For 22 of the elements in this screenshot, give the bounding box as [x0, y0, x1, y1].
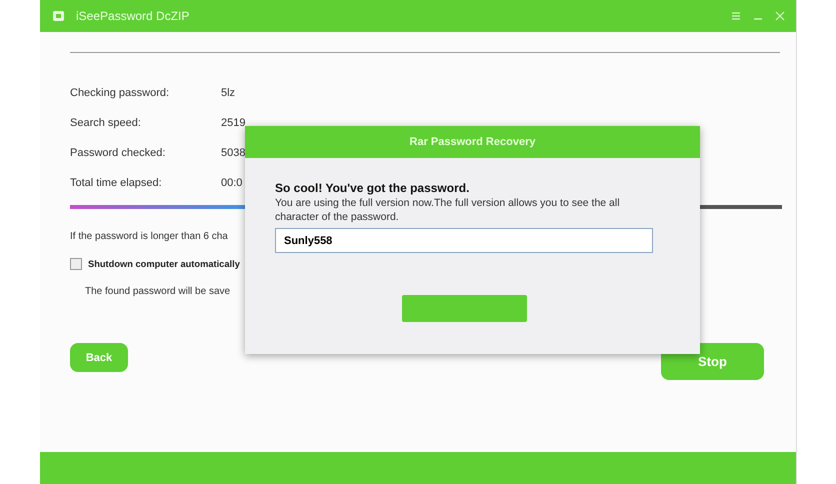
close-icon[interactable] [774, 10, 786, 22]
checkbox-label: Shutdown computer automatically [88, 259, 240, 269]
stat-value: 5038 [221, 147, 246, 159]
checkbox[interactable] [70, 258, 82, 270]
stat-value: 00:0 [221, 177, 242, 189]
stat-label: Search speed: [70, 117, 142, 129]
stat-value: 2519 [221, 117, 246, 129]
menu-icon[interactable] [730, 10, 742, 22]
back-button[interactable]: Back [70, 343, 128, 372]
dialog-message: You are using the full version now.The full version allows you to see the all character of the password. [275, 196, 621, 224]
stat-value: 5lz [221, 87, 236, 99]
window-title: iSeePassword DcZIP [76, 9, 190, 23]
app-icon [52, 9, 66, 23]
stat-label: Password checked: [70, 147, 166, 159]
stat-label: Checking password: [70, 87, 170, 99]
save-note: The found password will be save [85, 286, 230, 297]
stat-label: Total time elapsed: [70, 177, 163, 189]
dialog-heading: So cool! You've got the password. [275, 181, 470, 195]
hint-text: If the password is longer than 6 cha [70, 231, 228, 242]
dialog-title: Rar Password Recovery [245, 126, 700, 158]
password-field[interactable]: Sunly558 [275, 228, 653, 253]
dialog-button[interactable] [402, 295, 527, 322]
